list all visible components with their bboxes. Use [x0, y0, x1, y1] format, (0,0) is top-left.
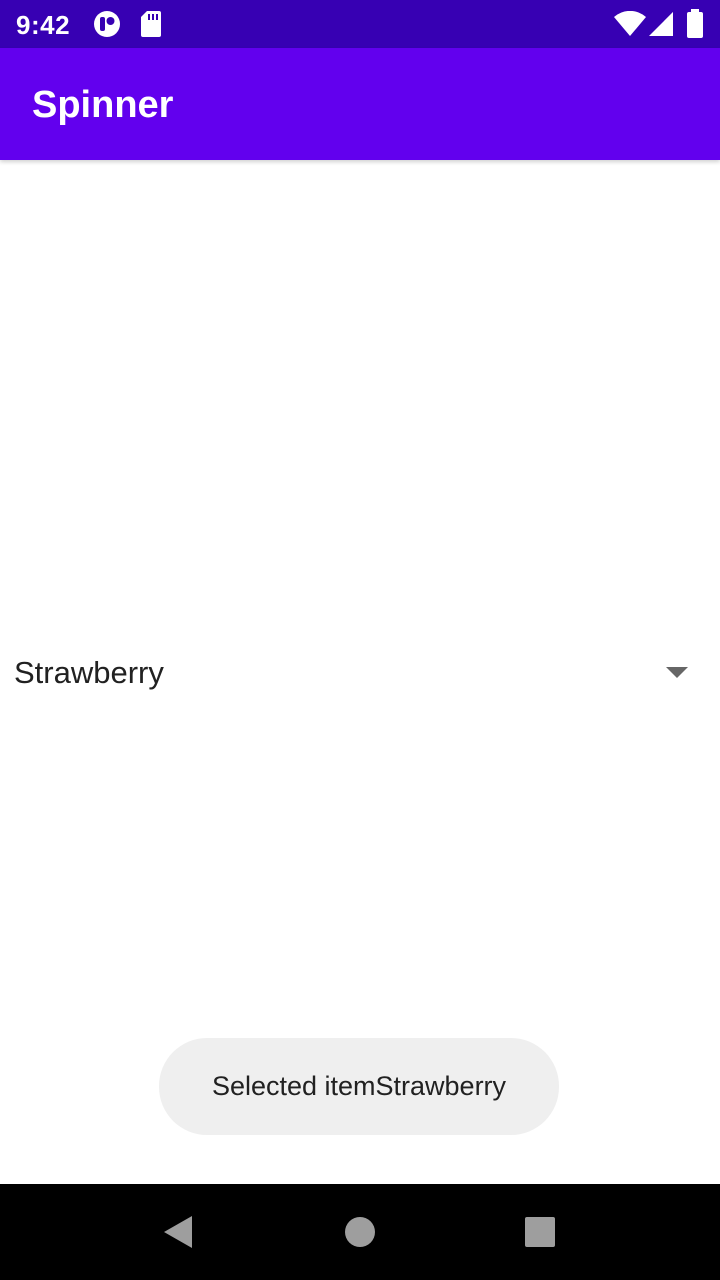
app-title: Spinner	[32, 84, 174, 126]
toast-message: Selected itemStrawberry	[211, 1071, 507, 1101]
status-time: 9:42	[16, 10, 71, 40]
cellular-signal-icon	[648, 11, 674, 37]
sd-card-icon	[140, 10, 162, 38]
toast: Selected itemStrawberry	[159, 1038, 559, 1135]
battery-icon	[686, 9, 704, 39]
navigation-bar	[0, 1184, 720, 1280]
screen: 9:42 Spinner Strawberry Selected itemStr…	[0, 0, 720, 1280]
recents-icon[interactable]	[524, 1216, 556, 1248]
wifi-icon	[614, 11, 646, 37]
back-icon[interactable]	[162, 1215, 194, 1249]
status-bar: 9:42	[0, 0, 720, 48]
fruit-spinner[interactable]: Strawberry	[0, 640, 720, 706]
home-icon[interactable]	[344, 1216, 376, 1248]
spinner-selected-value: Strawberry	[14, 655, 164, 690]
app-bar: Spinner	[0, 48, 720, 160]
dropdown-arrow-icon	[666, 667, 688, 679]
notification-app-icon	[92, 10, 122, 38]
